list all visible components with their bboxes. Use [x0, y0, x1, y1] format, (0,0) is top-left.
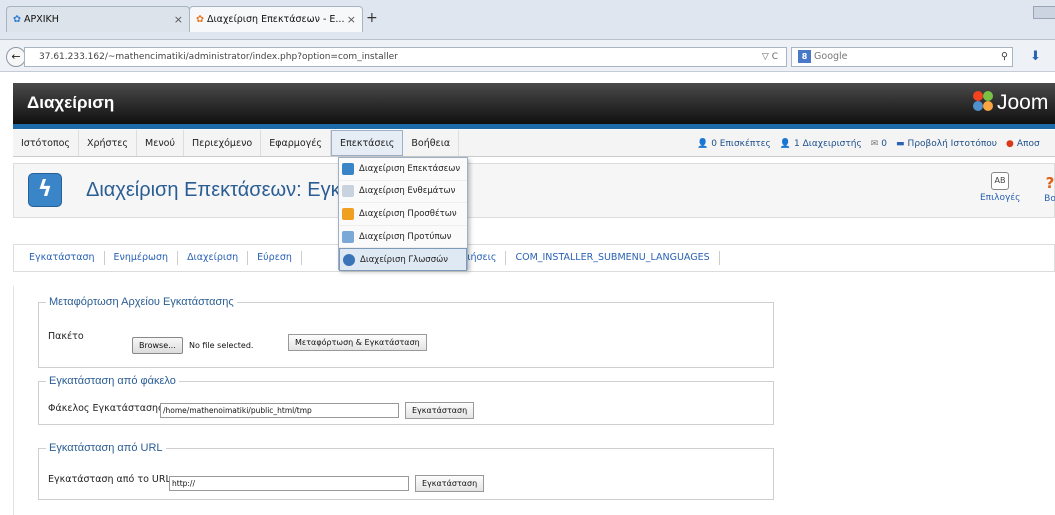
- joomla-logo-text: Joom: [997, 91, 1049, 114]
- submenu-discover[interactable]: Εύρεση: [248, 251, 302, 265]
- menu-item-extensions[interactable]: Επεκτάσεις: [331, 130, 404, 156]
- menu-item-help[interactable]: Βοήθεια: [403, 130, 460, 156]
- logout-label: Αποσ: [1016, 138, 1040, 149]
- url-text: 37.61.233.162/~mathencimatiki/administra…: [39, 52, 398, 62]
- dropdown-label: Διαχείριση Γλωσσών: [360, 254, 448, 265]
- folder-install-button[interactable]: Εγκατάσταση: [405, 402, 475, 419]
- extensions-dropdown: Διαχείριση Επεκτάσεων Διαχείριση Ενθεμάτ…: [338, 157, 468, 271]
- user-icon: 👤: [697, 138, 709, 149]
- lightning-icon: ϟ: [28, 173, 62, 207]
- user-icon: 👤: [779, 138, 792, 149]
- page-title: Διαχείριση Επεκτάσεων: Εγκα: [86, 179, 352, 201]
- url-install-button[interactable]: Εγκατάσταση: [415, 475, 485, 492]
- dropdown-item-template-manager[interactable]: Διαχείριση Προτύπων: [339, 226, 467, 249]
- download-icon[interactable]: ⬇: [1030, 49, 1041, 64]
- main-content: Μεταφόρτωση Αρχείου Εγκατάστασης Πακέτο …: [13, 286, 1055, 515]
- help-button[interactable]: ? Βο: [1044, 172, 1055, 204]
- joomla-logo-icon: [971, 89, 995, 113]
- options-button[interactable]: ΑΒ Επιλογές: [980, 172, 1020, 203]
- browser-tab-home[interactable]: ✿ ΑΡΧΙΚΗ ×: [6, 6, 190, 32]
- url-fieldset: Εγκατάσταση από URL Εγκατάσταση από το U…: [38, 442, 774, 500]
- new-tab-button[interactable]: +: [366, 10, 378, 26]
- tab-label: ΑΡΧΙΚΗ: [23, 14, 59, 25]
- tab-label: Διαχείριση Επεκτάσεων - Ε...: [206, 14, 345, 25]
- globe-icon: [343, 253, 355, 266]
- visitors-label: 0 Επισκέπτες: [711, 138, 771, 149]
- menu-item-site[interactable]: Ιστότοπος: [13, 130, 79, 156]
- header-accent-band: [13, 124, 1055, 129]
- google-icon: 8: [798, 50, 811, 63]
- help-icon: ?: [1045, 174, 1055, 192]
- view-site-label: Προβολή Ιστοτόπου: [907, 138, 998, 149]
- folder-fieldset: Εγκατάσταση από φάκελο Φάκελος Εγκατάστα…: [38, 375, 774, 425]
- search-placeholder: Google: [814, 51, 848, 62]
- browser-tab-extensions[interactable]: ✿ Διαχείριση Επεκτάσεων - Ε... ×: [189, 6, 363, 32]
- status-bar: 👤 0 Επισκέπτες 👤 1 Διαχειριστής ✉ 0 ▬ Πρ…: [697, 130, 1049, 157]
- folder-legend: Εγκατάσταση από φάκελο: [49, 375, 176, 387]
- page-toolbar: ϟ Διαχείριση Επεκτάσεων: Εγκα ΑΒ Επιλογέ…: [13, 163, 1055, 218]
- monitor-icon: ▬: [896, 138, 905, 149]
- extension-icon: [342, 162, 354, 175]
- url-bar[interactable]: 37.61.233.162/~mathencimatiki/administra…: [24, 47, 787, 67]
- file-status: No file selected.: [189, 341, 254, 350]
- menu-item-users[interactable]: Χρήστες: [79, 130, 138, 156]
- folder-label: Φάκελος Εγκατάστασης: [48, 403, 164, 414]
- spacer: [0, 72, 1055, 83]
- admins-status[interactable]: 👤 1 Διαχειριστής: [780, 139, 862, 149]
- dropdown-item-language-manager[interactable]: Διαχείριση Γλωσσών: [339, 248, 467, 271]
- package-label: Πακέτο: [48, 331, 84, 342]
- joomla-logo: Joom: [971, 89, 1048, 115]
- joomla-favicon-icon: ✿: [196, 14, 204, 25]
- view-site-link[interactable]: ▬ Προβολή Ιστοτόπου: [896, 139, 997, 149]
- visitors-status[interactable]: 👤 0 Επισκέπτες: [697, 139, 771, 149]
- dropdown-item-extension-manager[interactable]: Διαχείριση Επεκτάσεων: [339, 158, 467, 181]
- help-label: Βο: [1044, 194, 1055, 204]
- tab-close-icon[interactable]: ×: [347, 13, 356, 26]
- back-button[interactable]: ←: [6, 47, 26, 67]
- dropdown-label: Διαχείριση Προσθέτων: [359, 208, 457, 219]
- dropdown-label: Διαχείριση Επεκτάσεων: [359, 163, 461, 174]
- search-input[interactable]: 8 Google ⚲: [791, 47, 1013, 67]
- browser-tab-bar: ✿ ΑΡΧΙΚΗ × ✿ Διαχείριση Επεκτάσεων - Ε..…: [0, 0, 1055, 40]
- dropdown-item-module-manager[interactable]: Διαχείριση Ενθεμάτων: [339, 181, 467, 204]
- installer-submenu: Εγκατάσταση Ενημέρωση Διαχείριση Εύρεση …: [13, 244, 1055, 272]
- options-label: Επιλογές: [980, 193, 1021, 203]
- admins-label: 1 Διαχειριστής: [794, 138, 862, 149]
- submenu-update[interactable]: Ενημέρωση: [105, 251, 179, 265]
- menu-item-menus[interactable]: Μενού: [137, 130, 184, 156]
- url-input[interactable]: http://: [169, 476, 409, 491]
- minimize-button[interactable]: [1033, 6, 1055, 19]
- options-icon: ΑΒ: [991, 172, 1009, 190]
- dropdown-item-plugin-manager[interactable]: Διαχείριση Προσθέτων: [339, 203, 467, 226]
- dropdown-label: Διαχείριση Ενθεμάτων: [359, 186, 456, 197]
- url-legend: Εγκατάσταση από URL: [49, 442, 163, 454]
- submenu-manage[interactable]: Διαχείριση: [178, 251, 249, 265]
- module-icon: [342, 185, 354, 198]
- menu-item-components[interactable]: Εφαρμογές: [261, 130, 331, 156]
- menu-item-content[interactable]: Περιεχόμενο: [184, 130, 262, 156]
- plugin-icon: [342, 207, 354, 220]
- logout-link[interactable]: ● Αποσ: [1006, 139, 1040, 149]
- tab-close-icon[interactable]: ×: [174, 13, 183, 26]
- messages-count: 0: [881, 138, 888, 149]
- browser-nav-bar: ← 37.61.233.162/~mathencimatiki/administ…: [0, 40, 1055, 72]
- logout-icon: ●: [1006, 138, 1014, 149]
- upload-install-button[interactable]: Μεταφόρτωση & Εγκατάσταση: [288, 334, 427, 351]
- submenu-install[interactable]: Εγκατάσταση: [20, 251, 105, 265]
- admin-title: Διαχείριση: [27, 93, 115, 112]
- admin-header: Διαχείριση Joom: [13, 83, 1055, 124]
- mail-icon: ✉: [870, 138, 879, 149]
- url-controls[interactable]: ▽ C: [762, 48, 778, 66]
- folder-input[interactable]: /home/mathenoimatiki/public_html/tmp: [160, 403, 399, 418]
- url-label: Εγκατάσταση από το URL: [48, 474, 171, 485]
- search-icon[interactable]: ⚲: [1001, 48, 1008, 66]
- messages-status[interactable]: ✉ 0: [871, 139, 887, 149]
- joomla-favicon-icon: ✿: [13, 14, 21, 25]
- dropdown-label: Διαχείριση Προτύπων: [359, 231, 452, 242]
- submenu-languages[interactable]: COM_INSTALLER_SUBMENU_LANGUAGES: [506, 251, 720, 265]
- upload-fieldset: Μεταφόρτωση Αρχείου Εγκατάστασης Πακέτο …: [38, 296, 774, 368]
- template-icon: [342, 230, 354, 243]
- browse-button[interactable]: Browse...: [132, 337, 183, 354]
- upload-legend: Μεταφόρτωση Αρχείου Εγκατάστασης: [49, 296, 234, 308]
